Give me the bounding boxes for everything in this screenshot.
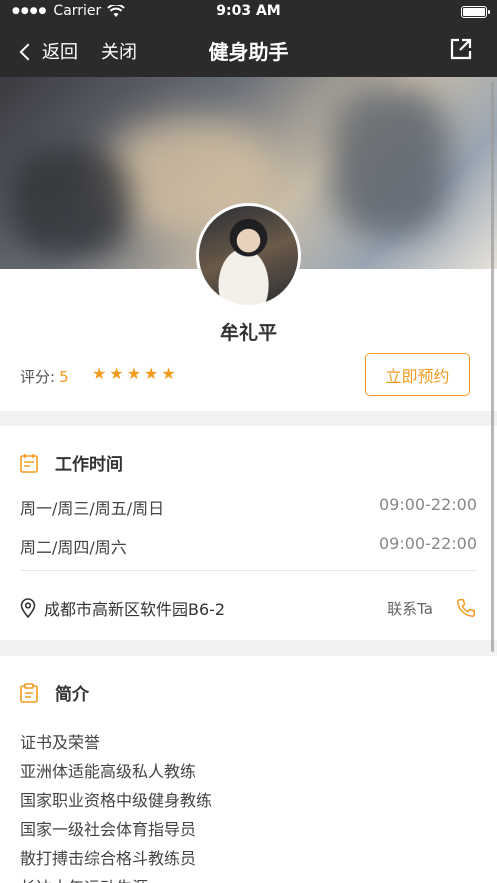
work-time-header: 工作时间 xyxy=(20,450,123,475)
contact-button[interactable]: 联系Ta xyxy=(387,598,433,619)
top-bar: ●●●● Carrier 9:03 AM 返回 关闭 健身助手 xyxy=(0,0,497,77)
address-text: 成都市高新区软件园B6-2 xyxy=(44,600,226,619)
divider xyxy=(20,570,477,571)
schedule-days: 周二/周四/周六 xyxy=(20,538,127,557)
intro-header: 简介 xyxy=(20,680,89,705)
star-rating-icon: ★★★★★ xyxy=(92,364,179,383)
rating-label: 评分: xyxy=(20,368,56,386)
intro-line: 国家一级社会体育指导员 xyxy=(20,820,197,839)
battery-icon xyxy=(461,6,490,18)
clock: 9:03 AM xyxy=(216,3,281,19)
status-bar: ●●●● Carrier 9:03 AM xyxy=(0,0,497,24)
avatar xyxy=(196,203,301,308)
intro-title: 简介 xyxy=(55,685,89,705)
work-time-title: 工作时间 xyxy=(55,455,123,475)
page-title: 健身助手 xyxy=(208,40,289,64)
rating: 评分: 5 xyxy=(20,366,69,387)
schedule-time: 09:00-22:00 xyxy=(379,495,477,514)
intro-line: 散打搏击综合格斗教练员 xyxy=(20,849,197,868)
phone-icon[interactable] xyxy=(455,597,477,619)
location-pin-icon xyxy=(20,598,36,618)
schedule-time: 09:00-22:00 xyxy=(379,534,477,553)
intro-line: 长达十年运动生涯 xyxy=(20,873,212,883)
calendar-icon xyxy=(20,453,38,473)
trainer-name: 牟礼平 xyxy=(219,322,277,344)
intro-text: 证书及荣誉 亚洲体适能高级私人教练 国家职业资格中级健身教练 国家一级社会体育指… xyxy=(20,728,212,883)
scrollbar[interactable] xyxy=(491,82,494,652)
schedule-row: 周一/周三/周五/周日 09:00-22:00 xyxy=(20,495,477,519)
intro-line: 证书及荣誉 xyxy=(20,733,101,752)
rating-value: 5 xyxy=(59,367,69,386)
intro-line: 亚洲体适能高级私人教练 xyxy=(20,762,197,781)
share-icon[interactable] xyxy=(449,37,473,61)
book-now-button[interactable]: 立即预约 xyxy=(365,353,470,396)
nav-bar: 返回 关闭 健身助手 xyxy=(0,24,497,77)
clipboard-icon xyxy=(20,682,38,703)
schedule-days: 周一/周三/周五/周日 xyxy=(20,499,165,518)
address-row: 成都市高新区软件园B6-2 联系Ta xyxy=(20,596,477,620)
intro-line: 国家职业资格中级健身教练 xyxy=(20,791,213,810)
schedule-row: 周二/周四/周六 09:00-22:00 xyxy=(20,534,477,558)
